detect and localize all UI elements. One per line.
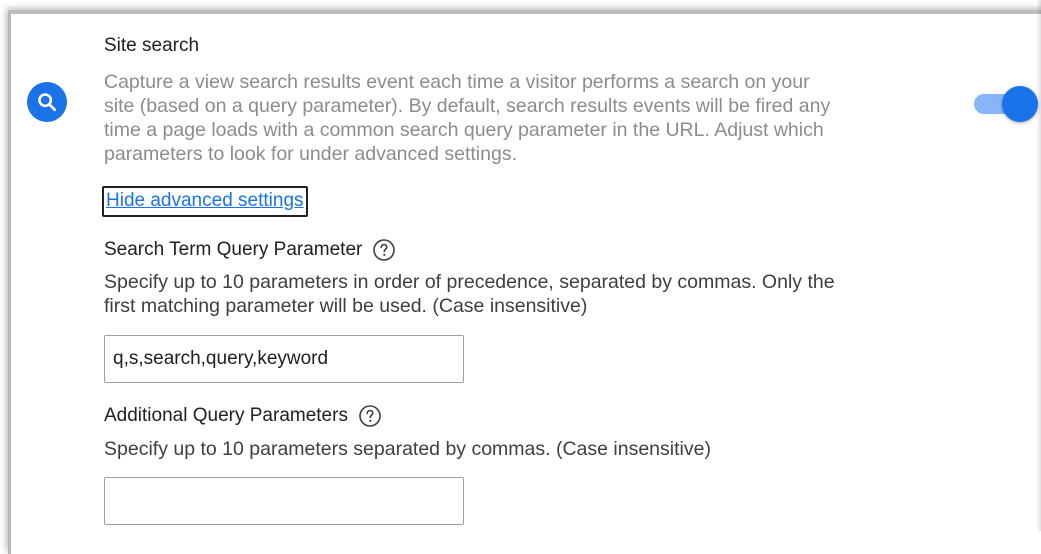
description-line: parameters to look for under advanced se…	[104, 143, 517, 165]
toggle-knob[interactable]	[1002, 86, 1038, 122]
help-circle-icon[interactable]	[358, 404, 382, 428]
description-line: time a page loads with a common search q…	[104, 119, 824, 141]
search-term-description: Specify up to 10 parameters in order of …	[104, 270, 835, 318]
search-term-title: Search Term Query Parameter	[104, 239, 363, 260]
site-search-description: Capture a view search results event each…	[104, 70, 974, 166]
additional-section-title: Additional Query Parameters	[104, 404, 382, 428]
panel-shadow	[1037, 0, 1041, 531]
site-search-title: Site search	[104, 35, 200, 56]
additional-query-parameters-input[interactable]	[104, 477, 464, 525]
help-circle-icon[interactable]	[372, 238, 396, 262]
additional-query-title: Additional Query Parameters	[104, 405, 348, 426]
search-icon	[27, 82, 67, 122]
description-line: Specify up to 10 parameters separated by…	[104, 438, 711, 460]
description-line: Capture a view search results event each…	[104, 71, 810, 93]
magnifier-glyph	[38, 93, 57, 112]
additional-query-description: Specify up to 10 parameters separated by…	[104, 437, 711, 461]
description-line: site (based on a query parameter). By de…	[104, 95, 831, 117]
hide-advanced-settings-link[interactable]: Hide advanced settings	[102, 186, 308, 217]
search-term-query-parameter-input[interactable]	[104, 335, 464, 383]
description-line: first matching parameter will be used. (…	[104, 295, 588, 317]
search-term-section-title: Search Term Query Parameter	[104, 238, 396, 262]
site-search-toggle[interactable]	[972, 86, 1038, 122]
description-line: Specify up to 10 parameters in order of …	[104, 271, 835, 293]
